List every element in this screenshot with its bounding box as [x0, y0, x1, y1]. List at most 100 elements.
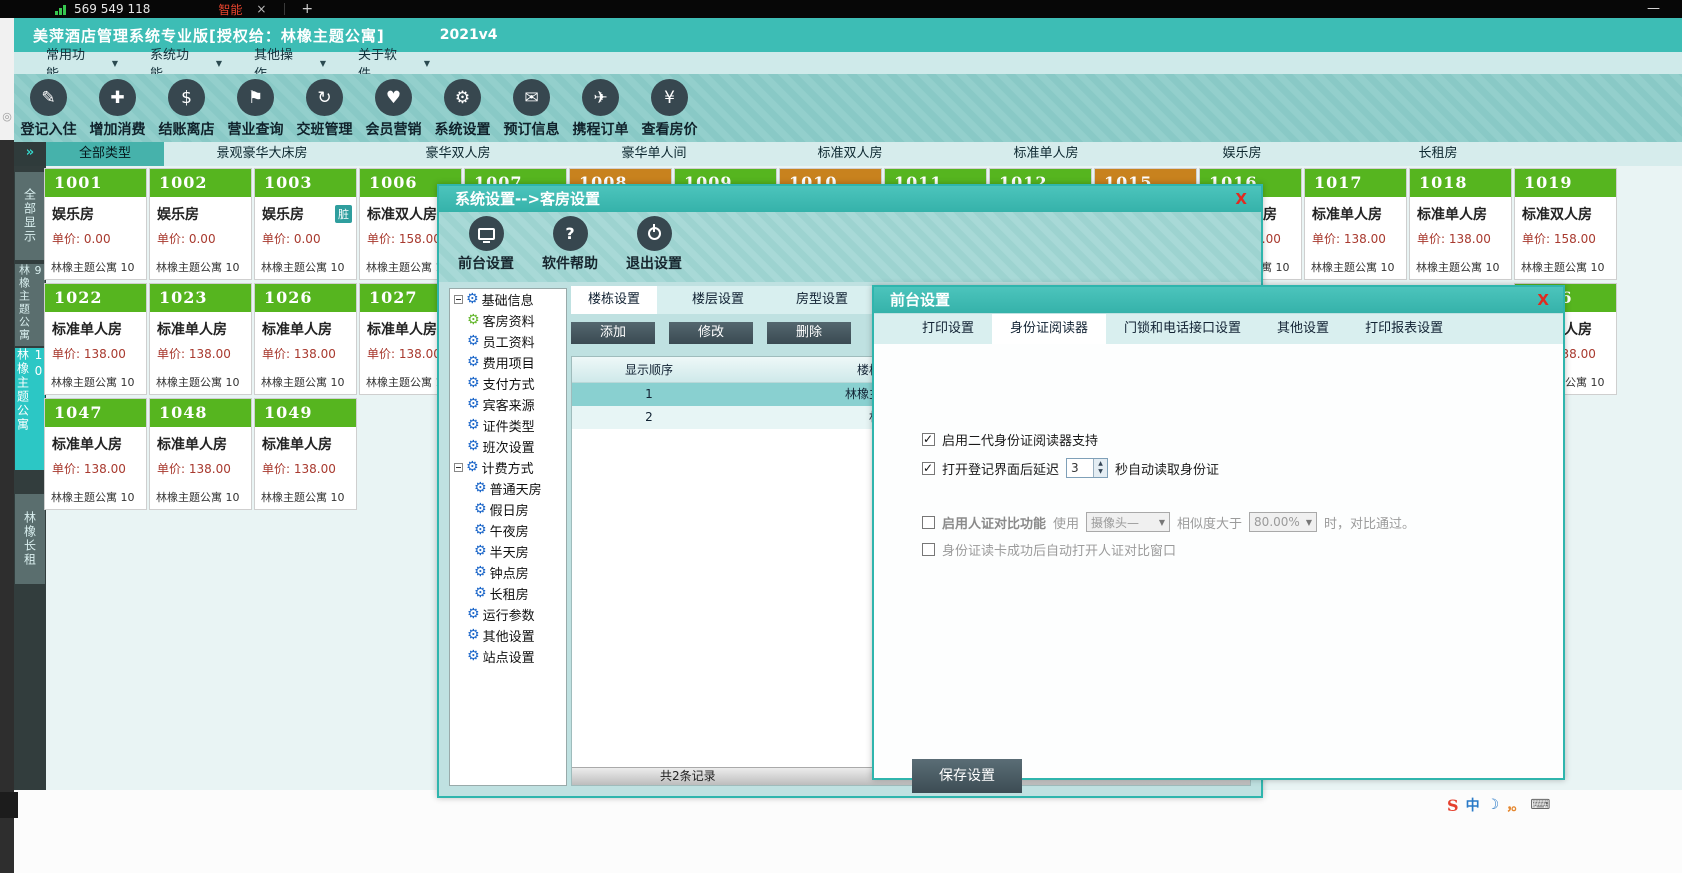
- room-card[interactable]: 1018标准单人房单价: 138.00林橡主题公寓 10: [1409, 168, 1512, 280]
- option-face-compare[interactable]: 启用人证对比功能 使用 摄像头—▼ 相似度大于 80.00%▼ 时，对比通过。: [922, 512, 1415, 532]
- sogou-icon[interactable]: S: [1447, 796, 1459, 815]
- tree-item-half-day-room[interactable]: 半天房: [450, 541, 566, 562]
- tree-item-shift-settings[interactable]: 班次设置: [450, 436, 566, 457]
- checkbox-checked-icon[interactable]: [922, 433, 935, 446]
- tab-entertainment[interactable]: 娱乐房: [1144, 142, 1340, 166]
- shift-management-button[interactable]: ↻交班管理: [290, 79, 359, 142]
- room-price-button[interactable]: ¥查看房价: [635, 79, 704, 142]
- new-tab-button[interactable]: +: [301, 1, 313, 17]
- minimize-button[interactable]: —: [1647, 1, 1660, 16]
- moon-icon[interactable]: ☽: [1487, 797, 1500, 813]
- option-auto-open-compare-window[interactable]: 身份证读卡成功后自动打开人证对比窗口: [922, 540, 1176, 559]
- keyboard-icon[interactable]: ⌨: [1530, 797, 1550, 813]
- exit-settings-button[interactable]: 退出设置: [617, 212, 691, 282]
- business-query-button[interactable]: ⚑营业查询: [221, 79, 290, 142]
- room-card[interactable]: 1019标准双人房单价: 158.00林橡主题公寓 10: [1514, 168, 1617, 280]
- similarity-select[interactable]: 80.00%▼: [1249, 512, 1317, 532]
- tab-deluxe-double[interactable]: 豪华双人房: [360, 142, 556, 166]
- tree-item-hourly-room[interactable]: 钟点房: [450, 562, 566, 583]
- room-type: 娱乐房: [52, 204, 94, 224]
- collapse-icon[interactable]: [454, 463, 463, 472]
- room-card[interactable]: 1026标准单人房单价: 138.00林橡主题公寓 10: [254, 283, 357, 395]
- sidebar-item-long-rent[interactable]: 林橡长租: [15, 494, 45, 584]
- tree-item-payment-methods[interactable]: 支付方式: [450, 373, 566, 394]
- dialog-title-bar[interactable]: 系统设置-->客房设置 X: [439, 186, 1261, 212]
- option-auto-read-delay[interactable]: 打开登记界面后延迟 3▲▼ 秒自动读取身份证: [922, 458, 1219, 478]
- member-marketing-button[interactable]: ♥会员营销: [359, 79, 428, 142]
- modify-button[interactable]: 修改: [669, 322, 753, 344]
- input-method-bar[interactable]: S 中 ☽ ，。 ⌨: [1447, 795, 1550, 815]
- checkbox-unchecked-icon[interactable]: [922, 543, 935, 556]
- tree-item-long-rent-room[interactable]: 长租房: [450, 583, 566, 604]
- dialog-title-bar[interactable]: 前台设置 X: [874, 287, 1563, 313]
- tree-item-site-settings[interactable]: 站点设置: [450, 646, 566, 667]
- delay-seconds-stepper[interactable]: 3▲▼: [1066, 458, 1108, 478]
- room-card[interactable]: 1017标准单人房单价: 138.00林橡主题公寓 10: [1304, 168, 1407, 280]
- tree-item-basic-info[interactable]: 基础信息: [450, 289, 566, 310]
- room-card[interactable]: 1023标准单人房单价: 138.00林橡主题公寓 10: [149, 283, 252, 395]
- tab-long-rent[interactable]: 长租房: [1340, 142, 1536, 166]
- camera-select[interactable]: 摄像头—▼: [1086, 512, 1170, 532]
- option-enable-id-reader[interactable]: 启用二代身份证阅读器支持: [922, 430, 1098, 449]
- tab-doorlock-phone[interactable]: 门锁和电话接口设置: [1106, 314, 1259, 344]
- tree-item-id-types[interactable]: 证件类型: [450, 415, 566, 436]
- punctuation-icon[interactable]: ，。: [1506, 795, 1523, 815]
- add-button[interactable]: 添加: [571, 322, 655, 344]
- checkin-button[interactable]: ✎登记入住: [14, 79, 83, 142]
- tree-item-run-params[interactable]: 运行参数: [450, 604, 566, 625]
- add-consumption-button[interactable]: ✚增加消费: [83, 79, 152, 142]
- tree-item-fee-items[interactable]: 费用项目: [450, 352, 566, 373]
- tree-item-other-settings[interactable]: 其他设置: [450, 625, 566, 646]
- checkbox-unchecked-icon[interactable]: [922, 516, 935, 529]
- tab-all-types[interactable]: 全部类型: [46, 142, 164, 166]
- column-header-order[interactable]: 显示顺序: [572, 357, 726, 382]
- sidebar-item-building-9[interactable]: 林橡主题公寓 9: [15, 264, 45, 346]
- gear-icon: [467, 418, 480, 433]
- checkbox-checked-icon[interactable]: [922, 462, 935, 475]
- tree-item-staff-data[interactable]: 员工资料: [450, 331, 566, 352]
- sidebar-item-building-10[interactable]: 林橡主题公寓 10: [15, 348, 45, 470]
- room-card[interactable]: 1002娱乐房单价: 0.00林橡主题公寓 10: [149, 168, 252, 280]
- tab-standard-double[interactable]: 标准双人房: [752, 142, 948, 166]
- room-building: 林橡主题公寓 10: [150, 247, 251, 275]
- close-icon[interactable]: X: [1537, 287, 1549, 313]
- tab-building-settings[interactable]: 楼栋设置: [571, 286, 657, 314]
- tab-view-deluxe-king[interactable]: 景观豪华大床房: [164, 142, 360, 166]
- front-desk-settings-button[interactable]: 前台设置: [449, 212, 523, 282]
- room-card[interactable]: 1049标准单人房单价: 138.00林橡主题公寓 10: [254, 398, 357, 510]
- save-settings-button[interactable]: 保存设置: [912, 759, 1022, 793]
- room-card[interactable]: 1022标准单人房单价: 138.00林橡主题公寓 10: [44, 283, 147, 395]
- system-settings-button[interactable]: ⚙系统设置: [428, 79, 497, 142]
- close-icon[interactable]: X: [1235, 186, 1247, 212]
- tab-floor-settings[interactable]: 楼层设置: [675, 286, 761, 314]
- expand-sidebar-button[interactable]: »: [14, 142, 46, 166]
- tree-item-guest-sources[interactable]: 宾客来源: [450, 394, 566, 415]
- room-card[interactable]: 1047标准单人房单价: 138.00林橡主题公寓 10: [44, 398, 147, 510]
- tree-item-holiday-room[interactable]: 假日房: [450, 499, 566, 520]
- tree-item-normal-day-room[interactable]: 普通天房: [450, 478, 566, 499]
- room-card[interactable]: 1003娱乐房脏单价: 0.00林橡主题公寓 10: [254, 168, 357, 280]
- tab-print-report-settings[interactable]: 打印报表设置: [1347, 314, 1461, 344]
- collapse-icon[interactable]: [454, 295, 463, 304]
- tab-close-icon[interactable]: ×: [256, 2, 266, 16]
- software-help-button[interactable]: 软件帮助: [533, 212, 607, 282]
- tab-print-settings[interactable]: 打印设置: [904, 314, 992, 344]
- tab-other-settings[interactable]: 其他设置: [1259, 314, 1347, 344]
- ctrip-order-button[interactable]: ✈携程订单: [566, 79, 635, 142]
- checkout-button[interactable]: $结账离店: [152, 79, 221, 142]
- stepper-arrows-icon[interactable]: ▲▼: [1093, 459, 1107, 477]
- tab-deluxe-single[interactable]: 豪华单人间: [556, 142, 752, 166]
- tab-standard-single[interactable]: 标准单人房: [948, 142, 1144, 166]
- room-card[interactable]: 1001娱乐房单价: 0.00林橡主题公寓 10: [44, 168, 147, 280]
- tab-roomtype-settings[interactable]: 房型设置: [779, 286, 865, 314]
- delete-button[interactable]: 删除: [767, 322, 851, 344]
- front-desk-tabs: 打印设置 身份证阅读器 门锁和电话接口设置 其他设置 打印报表设置: [874, 314, 1563, 344]
- tab-id-reader[interactable]: 身份证阅读器: [992, 314, 1106, 344]
- tree-item-room-data[interactable]: 客房资料: [450, 310, 566, 331]
- tree-item-billing-methods[interactable]: 计费方式: [450, 457, 566, 478]
- room-card[interactable]: 1048标准单人房单价: 138.00林橡主题公寓 10: [149, 398, 252, 510]
- tree-item-midnight-room[interactable]: 午夜房: [450, 520, 566, 541]
- booking-info-button[interactable]: ✉预订信息: [497, 79, 566, 142]
- chinese-mode-icon[interactable]: 中: [1466, 795, 1480, 815]
- sidebar-item-show-all[interactable]: 全部显示: [15, 172, 45, 260]
